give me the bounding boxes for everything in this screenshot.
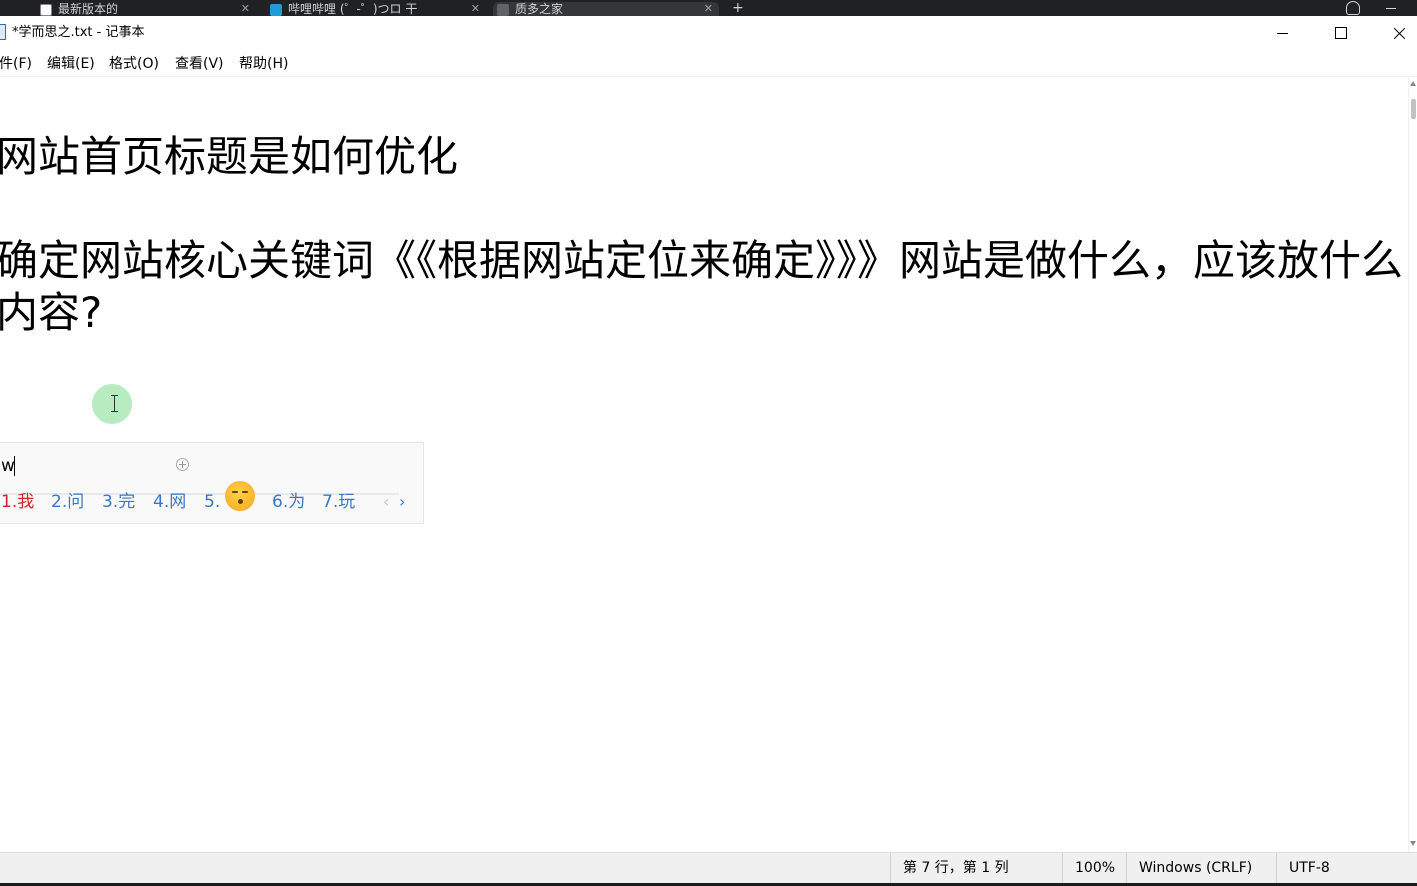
ime-candidate[interactable]: 2.问 (51, 491, 84, 513)
ime-composition: w (1, 456, 15, 476)
minimize-button[interactable] (1253, 16, 1311, 50)
browser-tab-label: 哔哩哔哩 (゜-゜)つロ 干 (288, 2, 418, 16)
ime-candidate[interactable]: 4.网 (153, 491, 186, 513)
extension-icon[interactable] (1346, 1, 1360, 15)
ime-candidate[interactable]: 5. (204, 491, 220, 513)
close-icon[interactable]: ✕ (704, 2, 713, 16)
ime-caret (14, 456, 15, 476)
site-icon (497, 4, 509, 16)
scroll-up-icon[interactable] (1410, 81, 1416, 86)
zoom-level: 100% (1062, 853, 1126, 884)
text-line: 确定网站核心关键词《《根据网站定位来确定》》》网站是做什么，应该放什么 (0, 236, 1404, 285)
maximize-icon (1335, 27, 1347, 39)
scroll-down-icon[interactable] (1410, 841, 1416, 846)
ime-candidate-window: w 1.我 2.问 3.完 4.网 5. 6.为 7.玩 ‹ › (0, 442, 424, 524)
browser-tab-active[interactable]: 质多之家 ✕ (493, 2, 719, 16)
browser-tab[interactable]: 哔哩哔哩 (゜-゜)つロ 干 ✕ (266, 2, 486, 16)
new-tab-button[interactable]: + (732, 0, 744, 16)
ime-prev-page-button[interactable]: ‹ (383, 492, 389, 511)
cursor-position: 第 7 行，第 1 列 (890, 853, 1062, 884)
minimize-icon (1277, 33, 1288, 34)
window-title: *学而思之.txt - 记事本 (12, 25, 145, 40)
kissing-face-icon[interactable] (225, 481, 255, 511)
text-line: 内容? (0, 288, 103, 337)
browser-tab-label: 最新版本的 (58, 2, 119, 16)
ime-candidate[interactable]: 7.玩 (322, 491, 355, 513)
browser-tab[interactable]: 最新版本的 ✕ (36, 2, 256, 16)
menu-bar: 件(F) 编辑(E) 格式(O) 查看(V) 帮助(H) (0, 50, 1417, 77)
browser-minimize-icon[interactable] (1386, 8, 1396, 9)
status-bar: 第 7 行，第 1 列 100% Windows (CRLF) UTF-8 (0, 852, 1417, 884)
menu-file[interactable]: 件(F) (0, 56, 32, 73)
page-icon (40, 4, 52, 16)
scroll-thumb[interactable] (1411, 99, 1416, 119)
bilibili-icon (270, 4, 282, 16)
text-line: 网站首页标题是如何优化 (0, 132, 459, 181)
line-ending: Windows (CRLF) (1126, 853, 1276, 884)
vertical-scrollbar[interactable] (1408, 77, 1417, 852)
close-icon[interactable]: ✕ (471, 2, 480, 16)
maximize-button[interactable] (1312, 16, 1370, 50)
menu-view[interactable]: 查看(V) (175, 56, 224, 73)
ime-candidate[interactable]: 6.为 (272, 491, 305, 513)
browser-tab-strip: 最新版本的 ✕ 哔哩哔哩 (゜-゜)つロ 干 ✕ 质多之家 ✕ + (0, 0, 1417, 16)
ime-next-page-button[interactable]: › (399, 492, 405, 511)
menu-format[interactable]: 格式(O) (109, 56, 159, 73)
ime-candidate[interactable]: 3.完 (102, 491, 135, 513)
menu-edit[interactable]: 编辑(E) (47, 56, 95, 73)
ime-candidate[interactable]: 1.我 (1, 491, 34, 513)
browser-tab-label: 质多之家 (515, 2, 564, 16)
text-cursor-icon (110, 395, 120, 412)
close-icon[interactable]: ✕ (241, 2, 250, 16)
ime-pin-icon[interactable] (176, 458, 189, 471)
notepad-icon (0, 24, 6, 40)
menu-help[interactable]: 帮助(H) (239, 56, 288, 73)
title-bar: *学而思之.txt - 记事本 (0, 16, 1417, 50)
close-button[interactable] (1370, 16, 1417, 50)
encoding: UTF-8 (1276, 853, 1417, 884)
